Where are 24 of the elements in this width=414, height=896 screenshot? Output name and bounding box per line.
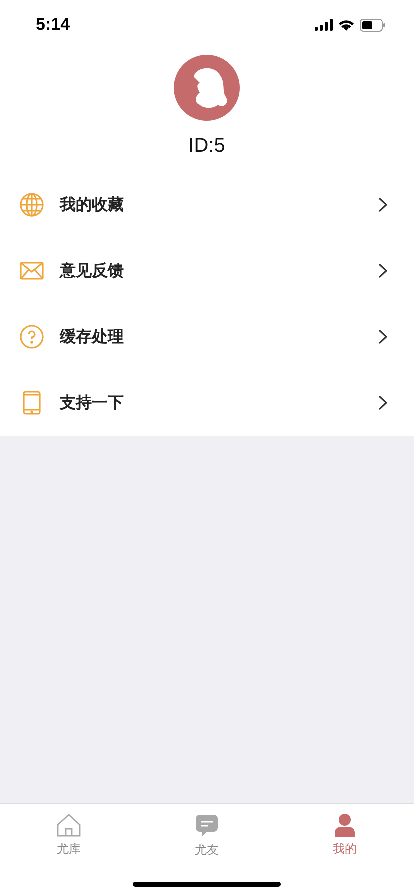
chevron-icon	[378, 263, 388, 279]
chevron-icon	[378, 197, 388, 213]
wifi-icon	[338, 19, 355, 31]
help-icon	[20, 325, 44, 349]
home-icon	[57, 814, 81, 837]
globe-icon	[20, 193, 44, 217]
avatar-icon	[174, 55, 240, 121]
envelope-icon	[20, 262, 44, 280]
chevron-icon	[378, 395, 388, 411]
menu-item[interactable]: 意见反馈	[0, 238, 414, 304]
menu-item[interactable]: 支持一下	[0, 370, 414, 436]
tab[interactable]: 尤库	[39, 814, 99, 859]
chat-icon	[195, 814, 219, 838]
battery-icon	[360, 18, 386, 32]
status-time: 5:14	[36, 15, 70, 35]
tab[interactable]: 我的	[315, 814, 375, 859]
signal-icon	[315, 19, 333, 31]
chevron-icon	[378, 329, 388, 345]
person-icon	[335, 814, 355, 837]
tablet-icon	[23, 391, 41, 415]
tab[interactable]: 尤友	[177, 814, 237, 859]
user-id: ID:5	[188, 135, 226, 158]
menu-item[interactable]: 缓存处理	[0, 304, 414, 370]
menu-item[interactable]: 我的收藏	[0, 172, 414, 238]
